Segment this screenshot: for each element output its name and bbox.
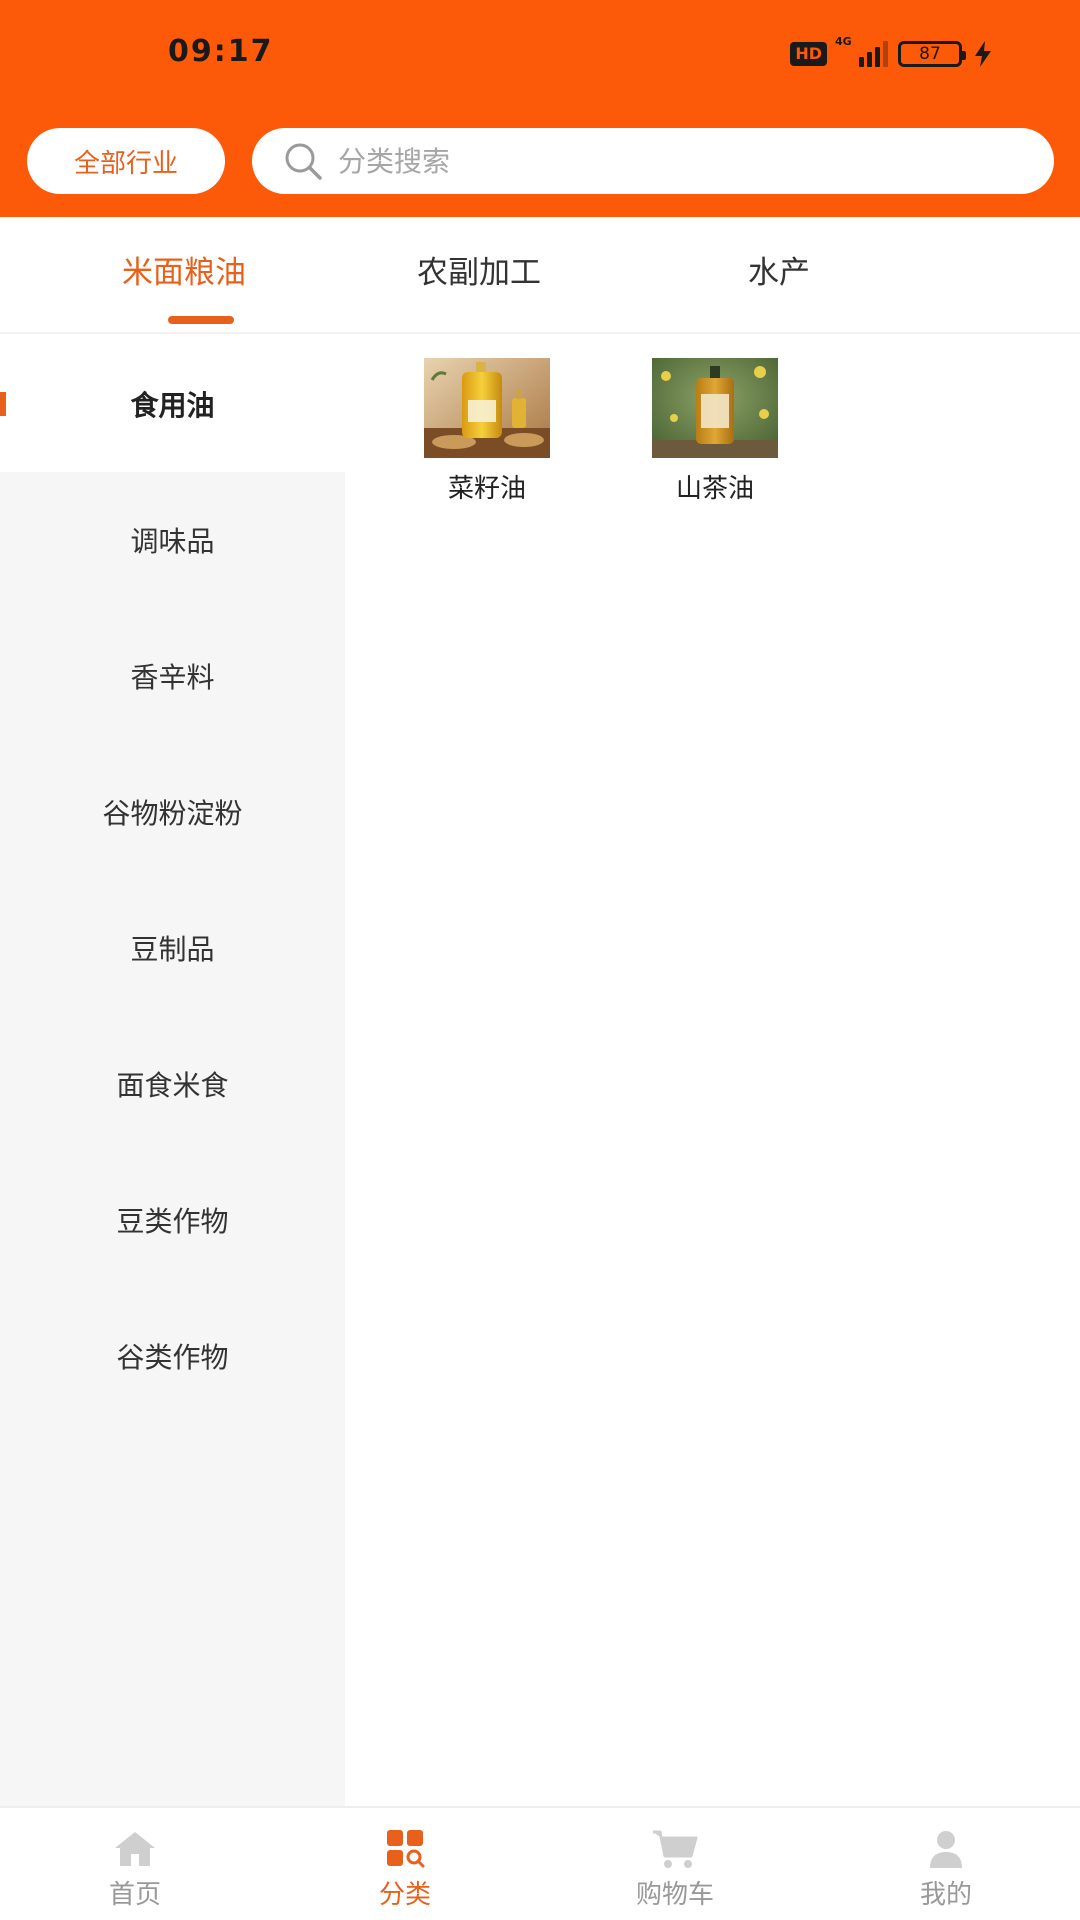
nav-category[interactable]: 分类 bbox=[305, 1808, 505, 1920]
sidebar-item-spices[interactable]: 香辛料 bbox=[0, 608, 345, 744]
nav-profile[interactable]: 我的 bbox=[846, 1808, 1046, 1920]
sidebar-item-cereal-crops[interactable]: 谷类作物 bbox=[0, 1288, 345, 1424]
product-name: 菜籽油 bbox=[447, 474, 526, 504]
charging-icon bbox=[975, 41, 991, 67]
active-marker bbox=[0, 392, 6, 416]
nav-cart[interactable]: 购物车 bbox=[575, 1808, 775, 1920]
nav-label: 分类 bbox=[378, 1880, 431, 1910]
sidebar-item-edible-oil[interactable]: 食用油 bbox=[0, 336, 345, 472]
status-bar: 09:17 HD 4G 87 bbox=[0, 0, 1080, 110]
status-icons: HD 4G 87 bbox=[790, 35, 994, 70]
signal-icon: 4G bbox=[835, 35, 888, 67]
tab-aquatic[interactable]: 水产 bbox=[748, 247, 810, 292]
bottom-nav: 首页 分类 购物车 我的 bbox=[0, 1806, 1080, 1920]
sidebar-item-label: 面食米食 bbox=[116, 1069, 229, 1102]
search-icon bbox=[285, 143, 322, 180]
tab-grain-oil[interactable]: 米面粮油 bbox=[122, 247, 246, 292]
all-industries-button[interactable]: 全部行业 bbox=[27, 128, 225, 194]
category-tabs: 米面粮油 农副加工 水产 bbox=[0, 217, 1080, 334]
sidebar-item-label: 香辛料 bbox=[130, 661, 215, 694]
sidebar-item-label: 豆类作物 bbox=[116, 1205, 229, 1238]
sidebar: 食用油 调味品 香辛料 谷物粉淀粉 豆制品 面食米食 豆类作物 谷类作物 bbox=[0, 336, 345, 1806]
cart-icon bbox=[653, 1830, 698, 1868]
nav-label: 首页 bbox=[108, 1880, 161, 1910]
sidebar-item-label: 豆制品 bbox=[130, 933, 215, 966]
home-icon bbox=[115, 1832, 155, 1866]
search-bar[interactable] bbox=[252, 128, 1054, 194]
search-input[interactable] bbox=[338, 144, 938, 178]
network-type: 4G bbox=[835, 35, 852, 48]
sidebar-item-label: 食用油 bbox=[130, 389, 215, 422]
status-time: 09:17 bbox=[168, 34, 274, 69]
sidebar-item-soy-products[interactable]: 豆制品 bbox=[0, 880, 345, 1016]
active-tab-indicator bbox=[168, 316, 234, 324]
sidebar-item-label: 调味品 bbox=[130, 525, 215, 558]
tab-agri-processing[interactable]: 农副加工 bbox=[417, 247, 541, 292]
product-name: 山茶油 bbox=[675, 474, 754, 504]
product-card[interactable]: 菜籽油 bbox=[423, 358, 551, 505]
nav-home[interactable]: 首页 bbox=[35, 1808, 235, 1920]
product-image-camellia-oil bbox=[652, 358, 778, 458]
sidebar-item-label: 谷物粉淀粉 bbox=[102, 797, 243, 830]
sidebar-item-noodles-rice[interactable]: 面食米食 bbox=[0, 1016, 345, 1152]
hd-badge: HD bbox=[790, 42, 827, 66]
nav-label: 购物车 bbox=[635, 1880, 714, 1910]
product-card[interactable]: 山茶油 bbox=[651, 358, 779, 505]
user-icon bbox=[930, 1831, 962, 1868]
nav-label: 我的 bbox=[919, 1880, 972, 1910]
battery-level: 87 bbox=[919, 44, 941, 64]
category-icon bbox=[387, 1830, 425, 1868]
sidebar-item-grain-flour[interactable]: 谷物粉淀粉 bbox=[0, 744, 345, 880]
battery-icon: 87 bbox=[898, 41, 966, 67]
sidebar-item-legume-crops[interactable]: 豆类作物 bbox=[0, 1152, 345, 1288]
header: 09:17 HD 4G 87 全部行业 bbox=[0, 0, 1080, 217]
product-image-rapeseed-oil bbox=[424, 358, 550, 458]
sidebar-item-label: 谷类作物 bbox=[116, 1341, 229, 1374]
sidebar-item-seasoning[interactable]: 调味品 bbox=[0, 472, 345, 608]
